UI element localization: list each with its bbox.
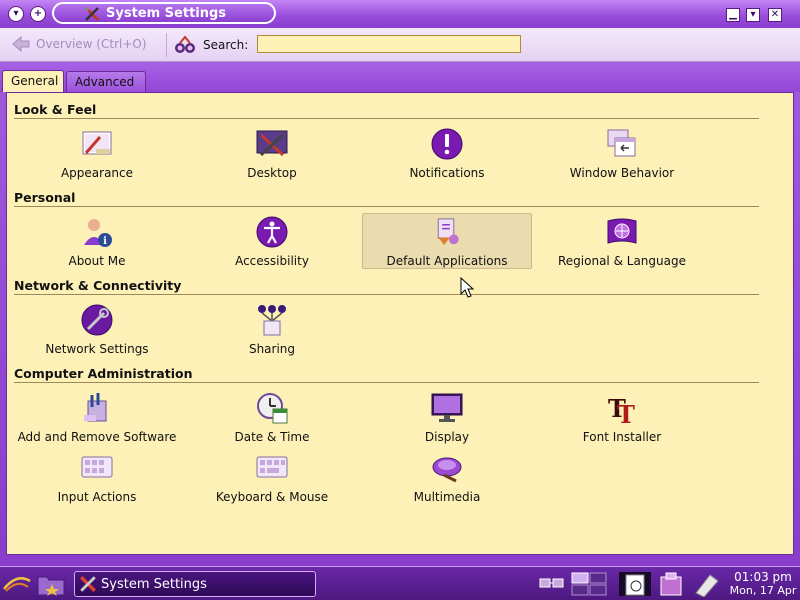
pager-tray-icon[interactable]	[570, 571, 612, 597]
section-divider	[14, 294, 759, 295]
date-time-icon	[257, 393, 288, 424]
mouse-cursor-icon	[460, 277, 474, 298]
minimize-button[interactable]: ▁	[726, 8, 740, 22]
item-multimedia[interactable]: Multimedia	[362, 451, 532, 507]
item-date-time[interactable]: Date & Time	[187, 391, 357, 447]
window-menu-button[interactable]: ▾	[8, 6, 24, 22]
network-tray-icon[interactable]	[538, 571, 566, 597]
item-font-installer[interactable]: T T Font Installer	[537, 391, 707, 447]
home-folder-icon[interactable]	[36, 571, 66, 597]
accessibility-icon	[256, 216, 288, 248]
section-divider	[14, 118, 759, 119]
item-display[interactable]: Display	[362, 391, 532, 447]
notifications-icon	[431, 128, 463, 160]
appearance-icon	[82, 131, 112, 155]
item-desktop[interactable]: Desktop	[187, 127, 357, 183]
tab-bar: General Advanced	[0, 62, 800, 93]
item-regional-language[interactable]: Regional & Language	[537, 215, 707, 271]
back-arrow-icon	[12, 36, 30, 52]
clock-date: Mon, 17 Apr	[729, 584, 797, 597]
item-input-actions[interactable]: Input Actions	[12, 451, 182, 507]
window-sticky-button[interactable]: +	[30, 6, 46, 22]
default-applications-icon	[437, 218, 459, 246]
maximize-button[interactable]: ▾	[746, 8, 760, 22]
item-window-behavior[interactable]: Window Behavior	[537, 127, 707, 183]
overview-button[interactable]: Overview (Ctrl+O)	[12, 36, 147, 52]
section-divider	[14, 206, 759, 207]
keyboard-mouse-icon	[256, 456, 288, 478]
svg-text:T: T	[617, 400, 635, 425]
settings-tools-icon	[80, 576, 96, 592]
tab-advanced[interactable]: Advanced	[66, 71, 146, 93]
sharing-icon	[258, 305, 286, 336]
task-system-settings[interactable]: System Settings	[74, 571, 316, 597]
clipboard-tray-icon[interactable]	[618, 571, 652, 597]
item-appearance[interactable]: Appearance	[12, 127, 182, 183]
system-settings-window: ▾ + System Settings ▁ ▾ ✕ Overview (Ctrl…	[0, 0, 800, 566]
font-installer-icon: T T	[608, 394, 635, 425]
clock[interactable]: 01:03 pm Mon, 17 Apr	[726, 570, 800, 597]
window-behavior-icon	[607, 129, 636, 157]
item-sharing[interactable]: Sharing	[187, 303, 357, 359]
desktop-icon	[256, 130, 288, 157]
multimedia-icon	[432, 457, 462, 483]
about-me-icon: i	[84, 219, 112, 247]
toolbar-separator	[166, 33, 167, 57]
item-add-remove-software[interactable]: Add and Remove Software	[12, 391, 182, 447]
settings-panel: Look & Feel Appearance Desktop Notificat…	[6, 92, 794, 555]
start-menu-icon[interactable]	[2, 571, 32, 597]
tab-general[interactable]: General	[2, 70, 64, 92]
overview-label: Overview (Ctrl+O)	[36, 37, 147, 51]
close-button[interactable]: ✕	[768, 8, 782, 22]
search-label: Search:	[203, 38, 249, 52]
section-divider	[14, 382, 759, 383]
package-tray-icon[interactable]	[658, 571, 684, 597]
section-admin-title: Computer Administration	[14, 366, 193, 381]
svg-text:i: i	[103, 236, 107, 247]
title-bar[interactable]: ▾ + System Settings ▁ ▾ ✕	[0, 0, 800, 28]
section-network-title: Network & Connectivity	[14, 278, 182, 293]
search-input[interactable]	[257, 35, 521, 53]
item-about-me[interactable]: i About Me	[12, 215, 182, 271]
taskbar: System Settings 01:03 pm Mon, 17 Apr	[0, 566, 800, 600]
add-remove-software-icon	[84, 393, 107, 422]
toolbar: Overview (Ctrl+O) Search:	[0, 28, 800, 62]
settings-tools-icon	[84, 6, 100, 22]
item-notifications[interactable]: Notifications	[362, 127, 532, 183]
item-default-applications[interactable]: Default Applications	[362, 213, 532, 269]
item-keyboard-mouse[interactable]: Keyboard & Mouse	[187, 451, 357, 507]
section-look-feel-title: Look & Feel	[14, 102, 97, 117]
item-accessibility[interactable]: Accessibility	[187, 215, 357, 271]
clock-time: 01:03 pm	[734, 570, 792, 584]
search-icon	[175, 35, 195, 53]
network-settings-icon	[81, 304, 113, 336]
window-title: System Settings	[106, 5, 227, 21]
section-personal-title: Personal	[14, 190, 76, 205]
item-network-settings[interactable]: Network Settings	[12, 303, 182, 359]
title-pill: System Settings	[52, 2, 276, 24]
removable-media-tray-icon[interactable]	[692, 571, 722, 597]
display-icon	[431, 393, 463, 422]
input-actions-icon	[81, 456, 113, 478]
regional-language-icon	[607, 218, 637, 244]
